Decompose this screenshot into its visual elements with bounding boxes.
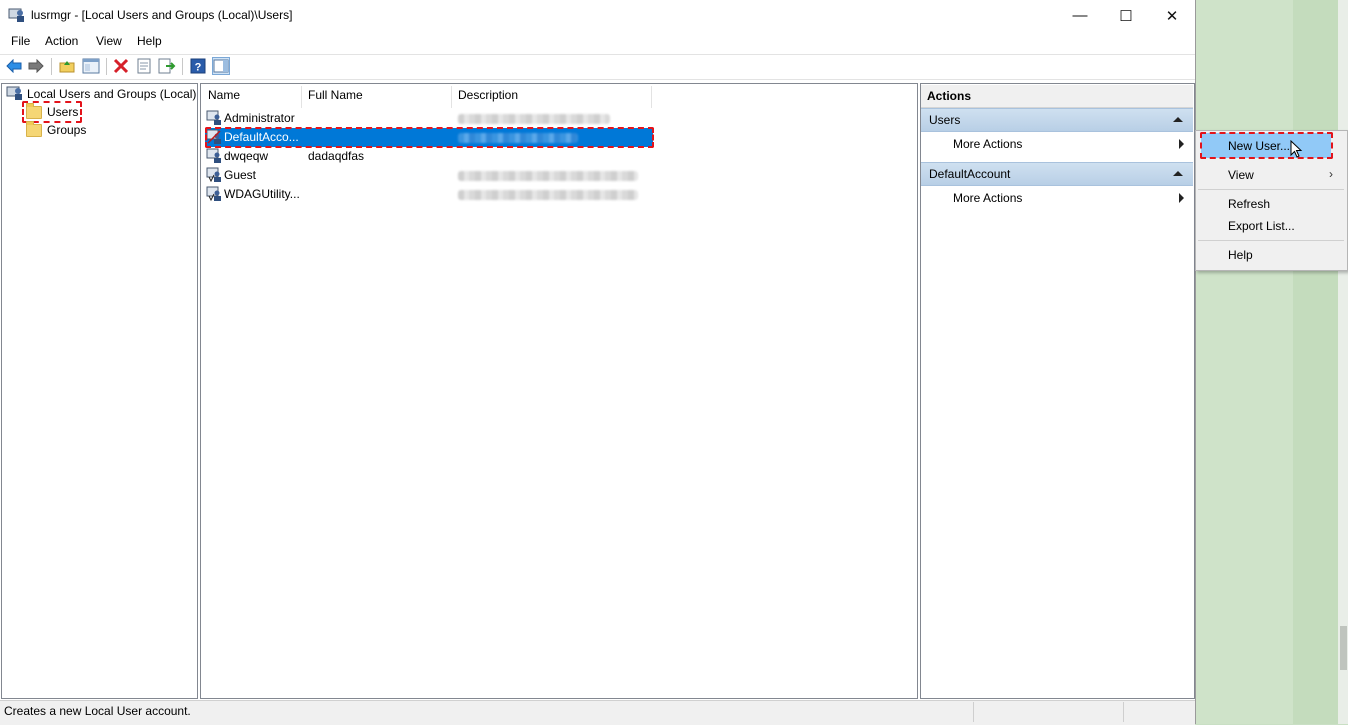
user-name: Guest	[224, 168, 257, 182]
column-header-description[interactable]: Description	[458, 88, 518, 106]
highlight-box-new-user	[1200, 132, 1333, 159]
column-header-full-name[interactable]: Full Name	[308, 88, 363, 106]
actions-header-label: Actions	[927, 89, 972, 103]
background-scrollbar-track	[1338, 0, 1348, 724]
table-row[interactable]: Administrator	[204, 109, 654, 128]
toolbar-separator	[182, 58, 183, 75]
maximize-button[interactable]: ☐	[1103, 0, 1149, 31]
collapse-icon[interactable]	[1173, 117, 1183, 122]
actions-more-actions-defaultaccount[interactable]: More Actions	[921, 187, 1193, 209]
menu-file[interactable]: File	[11, 34, 30, 48]
submenu-arrow-icon	[1179, 193, 1184, 203]
window-title: lusrmgr - [Local Users and Groups (Local…	[31, 8, 293, 22]
tree-item-groups-label: Groups	[47, 123, 87, 137]
toolbar	[0, 54, 1195, 80]
collapse-icon[interactable]	[1173, 171, 1183, 176]
column-divider[interactable]	[451, 86, 452, 108]
mouse-cursor-icon	[1290, 139, 1303, 162]
highlight-box-defaultaccount	[205, 127, 654, 148]
context-menu-separator	[1198, 240, 1344, 241]
show-hide-tree-icon[interactable]	[82, 57, 100, 75]
minimize-button[interactable]: —	[1057, 0, 1103, 31]
column-header-name[interactable]: Name	[208, 88, 240, 106]
computer-users-icon	[6, 85, 24, 104]
show-hide-action-pane-icon[interactable]	[212, 57, 230, 75]
tree-item-groups[interactable]: Groups	[26, 120, 87, 139]
toolbar-separator	[106, 58, 107, 75]
actions-section-defaultaccount[interactable]: DefaultAccount	[921, 162, 1193, 186]
desktop-background	[1195, 0, 1293, 724]
user-full-name: dadaqdfas	[308, 149, 365, 163]
actions-section-users[interactable]: Users	[921, 108, 1193, 132]
menu-bar	[0, 31, 1195, 53]
actions-section-defaultaccount-label: DefaultAccount	[929, 167, 1011, 181]
help-icon[interactable]: ?	[189, 57, 207, 75]
user-icon	[206, 148, 222, 167]
blurred-description	[458, 114, 610, 124]
table-row[interactable]: dwqeqw dadaqdfas	[204, 147, 654, 166]
desktop-background-stripe	[1293, 0, 1338, 724]
context-menu-separator	[1198, 189, 1344, 190]
column-divider[interactable]	[301, 86, 302, 108]
actions-section-users-label: Users	[929, 113, 961, 127]
menu-action[interactable]: Action	[45, 34, 78, 48]
user-disabled-icon	[206, 167, 222, 186]
status-text: Creates a new Local User account.	[4, 704, 191, 718]
maximize-icon: ☐	[1119, 7, 1133, 25]
tree-root-label: Local Users and Groups (Local)	[27, 87, 197, 101]
context-menu-view[interactable]: View	[1228, 168, 1254, 182]
actions-header: Actions	[921, 85, 1193, 108]
column-divider[interactable]	[651, 86, 652, 108]
close-icon: ✕	[1165, 7, 1179, 25]
menu-view[interactable]: View	[96, 34, 122, 48]
actions-more-actions-users[interactable]: More Actions	[921, 133, 1193, 155]
more-actions-label: More Actions	[953, 191, 1023, 205]
submenu-chevron-icon: ›	[1329, 167, 1333, 181]
delete-icon[interactable]	[112, 57, 130, 75]
status-divider	[1123, 702, 1124, 722]
context-menu-help[interactable]: Help	[1228, 248, 1253, 262]
context-menu-export-list[interactable]: Export List...	[1228, 219, 1295, 233]
blurred-description	[458, 190, 638, 200]
menu-help[interactable]: Help	[137, 34, 162, 48]
toolbar-separator	[51, 58, 52, 75]
folder-icon	[26, 120, 42, 137]
export-list-icon[interactable]	[158, 57, 176, 75]
blurred-description	[458, 171, 638, 181]
submenu-arrow-icon	[1179, 139, 1184, 149]
highlight-box-users	[22, 101, 82, 123]
background-scrollbar-thumb[interactable]	[1340, 626, 1347, 670]
users-app-icon	[8, 7, 26, 23]
user-disabled-icon	[206, 186, 222, 205]
user-name: Administrator	[224, 111, 295, 125]
forward-arrow-icon[interactable]	[27, 57, 45, 75]
table-row[interactable]: WDAGUtility...	[204, 185, 654, 204]
back-arrow-icon[interactable]	[5, 57, 23, 75]
properties-icon[interactable]	[135, 57, 153, 75]
table-row[interactable]: Guest	[204, 166, 654, 185]
tree-pane	[1, 83, 198, 699]
svg-text:?: ?	[195, 62, 202, 74]
more-actions-label: More Actions	[953, 137, 1023, 151]
user-name: dwqeqw	[224, 149, 269, 163]
context-menu-refresh[interactable]: Refresh	[1228, 197, 1270, 211]
close-button[interactable]: ✕	[1149, 0, 1195, 31]
status-divider	[973, 702, 974, 722]
user-name: WDAGUtility...	[224, 187, 300, 201]
minimize-icon: —	[1072, 7, 1088, 24]
up-folder-icon[interactable]	[58, 57, 76, 75]
